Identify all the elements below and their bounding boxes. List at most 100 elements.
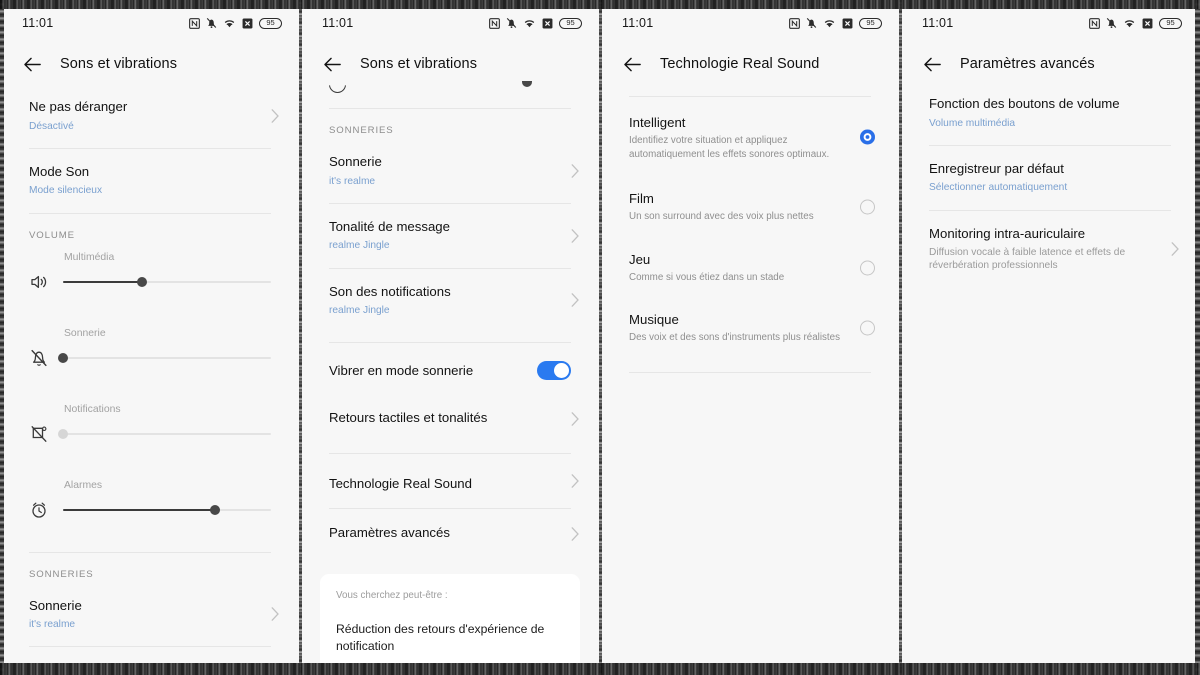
title-bar: Sons et vibrations <box>4 42 296 86</box>
alarm-clock-icon <box>29 500 49 520</box>
row-monitoring-intra-auriculaire[interactable]: Monitoring intra-auriculaire Diffusion v… <box>904 213 1196 286</box>
back-arrow-icon[interactable] <box>322 54 343 75</box>
slider-thumb <box>58 428 68 439</box>
battery-icon: 95 <box>1159 17 1182 29</box>
option-film[interactable]: Film Un son surround avec des voix plus … <box>604 175 896 237</box>
option-title: Jeu <box>629 251 651 267</box>
status-bar: 11:01 95 <box>904 8 1196 38</box>
row-title: Tonalité de message <box>329 218 450 234</box>
option-intelligent[interactable]: Intelligent Identifiez votre situation e… <box>604 99 896 175</box>
divider <box>929 209 1171 211</box>
status-time: 11:01 <box>322 16 354 30</box>
page-title: Sons et vibrations <box>60 56 178 72</box>
slider-fill <box>63 508 215 511</box>
slider-track[interactable] <box>58 352 271 363</box>
option-musique[interactable]: Musique Des voix et des sons d'instrumen… <box>604 298 896 358</box>
slider-label: Alarmes <box>64 479 103 491</box>
divider <box>329 342 571 344</box>
slider-alarmes[interactable]: Alarmes <box>4 474 296 550</box>
option-jeu[interactable]: Jeu Comme si vous étiez dans un stade <box>604 238 896 298</box>
notification-muted-icon <box>29 424 49 444</box>
slider-fill <box>63 280 143 283</box>
radio-button[interactable] <box>860 260 875 276</box>
slider-label: Multimédia <box>64 251 115 263</box>
row-mode-son[interactable]: Mode Son Mode silencieux <box>4 151 296 211</box>
nfc-icon <box>189 17 200 29</box>
option-title: Musique <box>629 311 679 327</box>
row-title: Sonnerie <box>329 154 382 169</box>
slider-label: Notifications <box>64 403 121 415</box>
row-technologie-real-sound[interactable]: Technologie Real Sound <box>304 456 596 507</box>
row-tonalite-de-message[interactable]: Tonalité de message realme Jingle <box>4 649 296 664</box>
panel-technologie-real-sound: 11:01 95 Technologie Real Sound Intellig… <box>600 0 900 675</box>
wifi-icon <box>1123 18 1136 29</box>
row-son-des-notifications[interactable]: Son des notifications realme Jingle <box>304 271 596 331</box>
back-arrow-icon[interactable] <box>22 54 43 75</box>
status-icon-group: 95 <box>789 17 882 29</box>
row-subtitle: Mode silencieux <box>29 185 103 197</box>
panel-sons-et-vibrations-top: 11:01 95 Sons et vibrations Ne pas déran… <box>0 0 300 675</box>
slider-track[interactable] <box>58 428 271 439</box>
divider <box>329 452 571 454</box>
panel2-content: SONNERIES Sonnerie it's realme Tonalité … <box>304 81 596 664</box>
battery-icon: 95 <box>559 17 582 29</box>
row-subtitle: Diffusion vocale à faible latence et eff… <box>929 247 1126 272</box>
slider-thumb <box>58 352 68 363</box>
back-arrow-icon[interactable] <box>622 54 643 75</box>
row-title: Ne pas déranger <box>29 99 128 114</box>
chevron-right-icon <box>571 293 580 308</box>
bottom-photo-noise-band <box>0 663 1200 675</box>
option-description: Identifiez votre situation et appliquez … <box>629 135 830 161</box>
slider-sonnerie[interactable]: Sonnerie <box>4 322 296 398</box>
vibrate-toggle-switch[interactable] <box>537 361 571 381</box>
row-title: Technologie Real Sound <box>329 475 472 491</box>
title-bar: Technologie Real Sound <box>604 42 896 86</box>
page-title: Paramètres avancés <box>960 56 1095 72</box>
nfc-icon <box>789 17 800 29</box>
no-sim-icon <box>842 18 853 29</box>
row-retours-tactiles[interactable]: Retours tactiles et tonalités <box>304 396 596 441</box>
row-ne-pas-deranger[interactable]: Ne pas déranger Désactivé <box>4 86 296 146</box>
slider-thumb <box>137 276 148 287</box>
four-panel-screenshot: 11:01 95 Sons et vibrations Ne pas déran… <box>0 0 1200 675</box>
row-sonnerie[interactable]: Sonnerie it's realme <box>4 585 296 645</box>
no-sim-icon <box>242 18 253 29</box>
row-title: Paramètres avancés <box>329 525 450 541</box>
radio-button-selected[interactable] <box>860 129 875 145</box>
row-enregistreur-par-defaut[interactable]: Enregistreur par défaut Sélectionner aut… <box>904 148 1196 208</box>
radio-button[interactable] <box>860 199 875 214</box>
slider-thumb-partial <box>522 81 532 87</box>
panel-seam-2 <box>599 0 602 675</box>
status-icon-group: 95 <box>489 17 582 29</box>
row-title: Son des notifications <box>329 283 451 299</box>
row-sonnerie[interactable]: Sonnerie it's realme <box>304 141 596 201</box>
slider-track[interactable] <box>63 276 271 287</box>
row-subtitle: Désactivé <box>29 120 74 132</box>
divider <box>329 108 571 109</box>
panel4-content: Fonction des boutons de volume Volume mu… <box>904 86 1196 286</box>
row-fonction-boutons-volume[interactable]: Fonction des boutons de volume Volume mu… <box>904 86 1196 143</box>
chevron-right-icon <box>1171 242 1180 257</box>
row-vibrer-en-mode-sonnerie[interactable]: Vibrer en mode sonnerie <box>304 345 596 396</box>
bell-muted-icon <box>506 17 517 29</box>
status-time: 11:01 <box>622 16 654 30</box>
row-subtitle: it's realme <box>29 619 76 630</box>
slider-notifications[interactable]: Notifications <box>4 398 296 474</box>
slider-multimedia[interactable]: Multimédia <box>4 246 296 322</box>
row-title: Monitoring intra-auriculaire <box>929 225 1086 241</box>
row-tonalite-de-message[interactable]: Tonalité de message realme Jingle <box>304 206 596 266</box>
suggestion-item[interactable]: Réduction des retours d'expérience de no… <box>336 621 564 656</box>
right-frame-edge <box>1195 0 1200 675</box>
row-title: Fonction des boutons de volume <box>929 96 1120 111</box>
page-title: Technologie Real Sound <box>660 56 820 72</box>
wifi-icon <box>523 18 536 29</box>
radio-button[interactable] <box>860 320 875 336</box>
back-arrow-icon[interactable] <box>922 54 943 75</box>
row-title: Enregistreur par défaut <box>929 160 1064 176</box>
row-parametres-avances[interactable]: Paramètres avancés <box>304 511 596 556</box>
suggestion-heading: Vous cherchez peut-être : <box>336 589 448 601</box>
chevron-right-icon <box>571 411 580 426</box>
status-time: 11:01 <box>922 16 954 30</box>
battery-icon: 95 <box>259 17 282 29</box>
slider-track[interactable] <box>63 504 271 515</box>
